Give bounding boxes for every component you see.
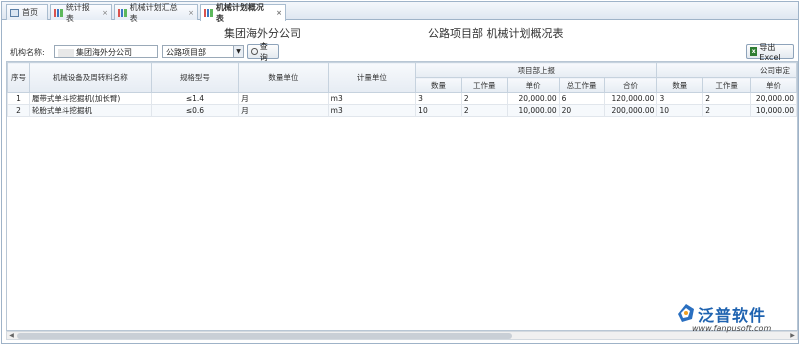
cell-total-price: 120,000.00 xyxy=(603,92,658,105)
col-header-company-workload[interactable]: 工作量 xyxy=(702,77,751,93)
search-icon xyxy=(251,48,258,55)
chart-icon xyxy=(54,8,63,17)
col-header-company-unit-price[interactable]: 单价 xyxy=(749,77,797,93)
report-title: 公路项目部 机械计划概况表 xyxy=(428,27,564,40)
col-header-measure-unit[interactable]: 计量单位 xyxy=(327,62,417,93)
chevron-down-icon[interactable]: ▼ xyxy=(233,46,243,57)
cell-workload: 2 xyxy=(460,104,508,117)
close-icon[interactable]: × xyxy=(188,9,194,17)
org-name-value: 集团海外分公司 xyxy=(76,48,132,57)
cell-total-work: 20 xyxy=(558,104,605,117)
dept-select[interactable]: 公路项目部 ▼ xyxy=(162,45,244,58)
logo-brand-text: 泛普软件 xyxy=(698,306,767,325)
tab-machinery-summary[interactable]: 机械计划汇总表 × xyxy=(114,3,198,23)
home-icon xyxy=(10,8,19,17)
cell-name: 履带式单斗挖掘机(加长臂) xyxy=(28,92,152,105)
data-table: 序号 机械设备及周转料名称 规格型号 数量单位 计量单位 项目部上报 公司审定 … xyxy=(7,62,797,117)
group-header-company: 公司审定 xyxy=(656,62,797,78)
redacted-mask xyxy=(58,48,74,57)
col-header-qty-unit[interactable]: 数量单位 xyxy=(238,62,329,93)
app-window: 首页 统计报表 × 机械计划汇总表 × 机械计划概况表 × 集团海外分公司 公路… xyxy=(1,1,799,344)
chart-icon xyxy=(204,9,213,17)
table-row[interactable]: 2 轮胎式单斗挖掘机 ≤0.6 月 m3 10 2 10,000.00 20 2… xyxy=(7,104,797,117)
col-header-total-price[interactable]: 合价 xyxy=(603,77,658,93)
cell-seq: 1 xyxy=(7,92,30,105)
cell-company-workload: 2 xyxy=(702,104,751,117)
export-label: 导出Excel xyxy=(759,42,781,62)
cell-company-unit-price: 20,000.00 xyxy=(749,92,797,105)
col-header-spec[interactable]: 规格型号 xyxy=(150,62,240,93)
tab-label: 首页 xyxy=(22,8,38,17)
cell-company-unit-price: 10,000.00 xyxy=(749,104,797,117)
cell-qty: 10 xyxy=(415,104,462,117)
cell-name: 轮胎式单斗挖掘机 xyxy=(28,104,152,117)
cell-qty-unit: 月 xyxy=(238,104,329,117)
col-header-seq[interactable]: 序号 xyxy=(7,62,30,93)
cell-company-workload: 2 xyxy=(702,92,751,105)
org-label: 机构名称: xyxy=(10,48,45,57)
cell-company-qty: 3 xyxy=(656,92,704,105)
export-excel-button[interactable]: x 导出Excel xyxy=(746,42,794,62)
cell-unit-price: 20,000.00 xyxy=(506,92,560,105)
col-header-workload[interactable]: 工作量 xyxy=(460,77,508,93)
scroll-left-icon[interactable]: ◀ xyxy=(7,332,16,339)
cell-unit-price: 10,000.00 xyxy=(506,104,560,117)
dept-value: 公路项目部 xyxy=(166,48,206,57)
tab-label: 机械计划汇总表 xyxy=(129,2,178,23)
col-header-company-qty[interactable]: 数量 xyxy=(656,77,704,93)
col-header-unit-price[interactable]: 单价 xyxy=(506,77,560,93)
search-label: 查询 xyxy=(259,41,268,62)
cell-qty: 3 xyxy=(415,92,462,105)
cell-measure-unit: m3 xyxy=(327,104,417,117)
filter-toolbar: 机构名称: 集团海外分公司 公路项目部 ▼ 查询 x 导出Excel xyxy=(2,42,798,62)
company-title: 集团海外分公司 xyxy=(224,27,301,40)
cell-spec: ≤0.6 xyxy=(150,104,240,117)
col-header-name[interactable]: 机械设备及周转料名称 xyxy=(28,62,152,93)
group-header-project: 项目部上报 xyxy=(415,62,658,78)
logo-icon xyxy=(678,304,694,322)
data-grid: 序号 机械设备及周转料名称 规格型号 数量单位 计量单位 项目部上报 公司审定 … xyxy=(6,61,798,331)
col-header-qty[interactable]: 数量 xyxy=(415,77,462,93)
tab-label: 统计报表 xyxy=(65,2,90,23)
cell-spec: ≤1.4 xyxy=(150,92,240,105)
tab-home[interactable]: 首页 xyxy=(6,4,48,20)
cell-company-qty: 10 xyxy=(656,104,704,117)
cell-qty-unit: 月 xyxy=(238,92,329,105)
cell-total-work: 6 xyxy=(558,92,605,105)
close-icon[interactable]: × xyxy=(102,9,108,17)
chart-icon xyxy=(118,8,127,17)
close-icon[interactable]: × xyxy=(276,9,282,17)
tab-statistics-report[interactable]: 统计报表 × xyxy=(50,3,112,23)
tab-bar: 首页 统计报表 × 机械计划汇总表 × 机械计划概况表 × xyxy=(2,2,798,23)
cell-seq: 2 xyxy=(7,104,30,117)
logo-url-text: www.fanpusoft.com xyxy=(692,324,772,333)
excel-icon: x xyxy=(750,47,758,56)
cell-total-price: 200,000.00 xyxy=(603,104,658,117)
search-button[interactable]: 查询 xyxy=(247,42,279,62)
brand-logo: 泛普软件 www.fanpusoft.com xyxy=(674,302,798,342)
cell-measure-unit: m3 xyxy=(327,92,417,105)
org-name-input[interactable]: 集团海外分公司 xyxy=(54,45,158,58)
scrollbar-thumb[interactable] xyxy=(17,333,512,339)
cell-workload: 2 xyxy=(460,92,508,105)
table-row[interactable]: 1 履带式单斗挖掘机(加长臂) ≤1.4 月 m3 3 2 20,000.00 … xyxy=(7,92,797,105)
tab-machinery-overview[interactable]: 机械计划概况表 × xyxy=(200,3,286,23)
tab-label: 机械计划概况表 xyxy=(215,3,264,23)
col-header-total-work[interactable]: 总工作量 xyxy=(558,77,605,93)
